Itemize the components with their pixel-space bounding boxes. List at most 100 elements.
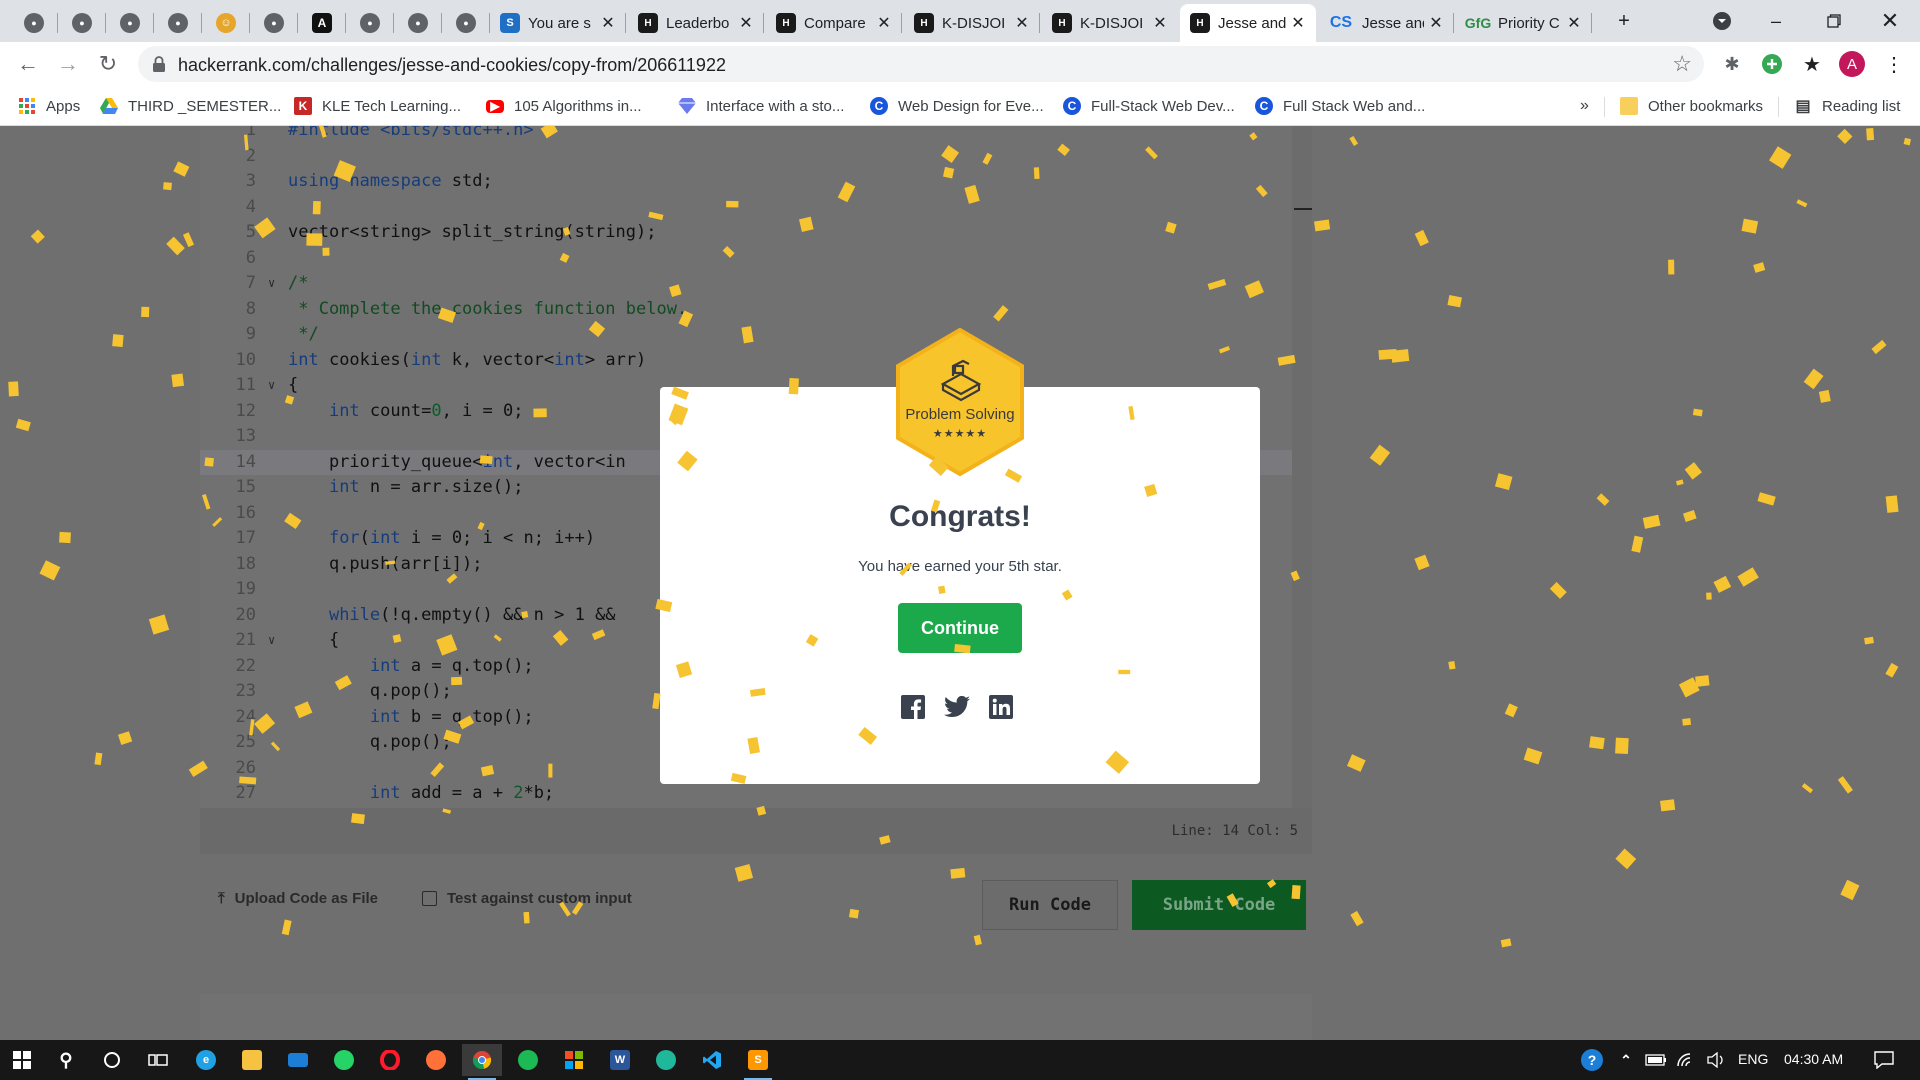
code-line[interactable]: 10 int cookies(int k, vector<int> arr) [200,348,1292,373]
edge-icon[interactable]: e [186,1044,226,1076]
code-line[interactable]: 3 using namespace std; [200,169,1292,194]
spotify-icon[interactable] [508,1044,548,1076]
checkbox-icon[interactable] [422,891,437,906]
sublime-text-icon[interactable]: S [738,1044,778,1080]
browser-tab[interactable]: GfG Priority C ✕ [1456,4,1592,42]
back-icon[interactable]: ← [12,48,44,80]
pinned-tab[interactable]: ● [346,4,394,42]
gitkraken-icon[interactable] [646,1044,686,1076]
browser-tab[interactable]: S You are s ✕ [490,4,626,42]
fold-chevron-icon[interactable]: ∨ [268,271,275,296]
add-extension-icon[interactable] [1758,50,1786,78]
bookmark-apps[interactable]: Apps [18,95,80,117]
pinned-tab[interactable]: ● [10,4,58,42]
code-line[interactable]: 1 #include <bits/stdc++.h> [200,126,1292,143]
clock[interactable]: 04:30 AM [1784,1051,1843,1067]
close-window-icon[interactable]: ✕ [1870,4,1910,38]
browser-tab[interactable]: H K-DISJOI ✕ [904,4,1040,42]
run-code-button[interactable]: Run Code [982,880,1118,930]
forward-icon[interactable]: → [52,48,84,80]
custom-input-checkbox[interactable]: Test against custom input [422,890,632,907]
browser-tab[interactable]: CS Jesse and ✕ [1318,4,1454,42]
browser-tab[interactable]: H K-DISJOI ✕ [1042,4,1178,42]
address-bar[interactable]: hackerrank.com/challenges/jesse-and-cook… [138,46,1704,82]
code-line[interactable]: 5 vector<string> split_string(string); [200,220,1292,245]
linkedin-icon[interactable] [988,694,1014,720]
store-icon[interactable] [554,1044,594,1076]
pinned-tab[interactable]: ● [442,4,490,42]
word-icon[interactable]: W [600,1044,640,1076]
pinned-tab[interactable]: ☺ [202,4,250,42]
volume-icon[interactable] [1696,1044,1736,1076]
code-line[interactable]: 6 [200,246,1292,271]
file-explorer-icon[interactable] [232,1044,272,1076]
reading-list[interactable]: ▤ Reading list [1794,95,1900,117]
tab-search-icon[interactable] [1702,4,1742,38]
menu-kebab-icon[interactable]: ⋮ [1880,50,1908,78]
vscode-icon[interactable] [692,1044,732,1076]
bookmark-web-design[interactable]: C Web Design for Eve... [870,95,1044,117]
code-line[interactable]: 8 * Complete the cookies function below. [200,297,1292,322]
bookmarks-overflow[interactable]: » [1580,95,1589,117]
code-line[interactable]: 4 [200,195,1292,220]
code-line[interactable]: 27 int add = a + 2*b; [200,781,1292,806]
mail-icon[interactable] [278,1044,318,1076]
code-line[interactable]: 9 */ [200,322,1292,347]
browser-tab[interactable]: H Jesse and ✕ [1180,4,1316,42]
reload-icon[interactable]: ↻ [92,48,124,80]
close-tab-icon[interactable]: ✕ [1566,13,1582,33]
language-indicator[interactable]: ENG [1738,1051,1768,1067]
other-bookmarks[interactable]: Other bookmarks [1620,95,1763,117]
continue-button[interactable]: Continue [898,603,1022,653]
pinned-tab[interactable]: ● [394,4,442,42]
browser-tab[interactable]: H Leaderbo ✕ [628,4,764,42]
fold-chevron-icon[interactable]: ∨ [268,373,275,398]
browser-tab[interactable]: H Compare ✕ [766,4,902,42]
windows-start-icon[interactable] [2,1044,42,1076]
bug-extension-icon[interactable]: ✱ [1718,50,1746,78]
task-view-icon[interactable] [138,1044,178,1076]
notifications-icon[interactable] [1864,1044,1904,1076]
close-tab-icon[interactable]: ✕ [600,13,616,33]
pinned-tab[interactable]: ● [250,4,298,42]
bookmark-full-stack-dev[interactable]: C Full-Stack Web Dev... [1063,95,1235,117]
close-tab-icon[interactable]: ✕ [1152,13,1168,33]
pinned-tab[interactable]: ● [106,4,154,42]
bookmark-full-stack-web[interactable]: C Full Stack Web and... [1255,95,1425,117]
minimize-icon[interactable]: – [1756,4,1796,38]
restore-icon[interactable] [1814,4,1854,38]
fold-chevron-icon[interactable]: ∨ [268,628,275,653]
code-line[interactable]: 2 [200,144,1292,169]
close-tab-icon[interactable]: ✕ [1014,13,1030,33]
new-tab-button[interactable]: + [1604,4,1644,38]
star-icon[interactable]: ☆ [1672,51,1692,77]
close-tab-icon[interactable]: ✕ [1290,13,1306,33]
search-icon[interactable]: ⚲ [46,1044,86,1076]
bookmark-105-algorithms[interactable]: ▶ 105 Algorithms in... [486,95,642,117]
facebook-icon[interactable] [900,694,926,720]
close-tab-icon[interactable]: ✕ [1428,13,1444,33]
pinned-tab[interactable]: ● [58,4,106,42]
line-number: 14 [235,451,256,472]
close-tab-icon[interactable]: ✕ [876,13,892,33]
extensions-puzzle-icon[interactable]: ★ [1798,50,1826,78]
hackerrank-favicon-icon: H [914,13,934,33]
editor-scrollbar[interactable] [1292,126,1312,808]
twitter-icon[interactable] [944,694,970,720]
code-line[interactable]: 7 ∨ /* [200,271,1292,296]
code-text: vector<string> split_string(string); [288,222,657,242]
bookmark-kle-tech[interactable]: K KLE Tech Learning... [294,95,461,117]
bookmark-interface-storage[interactable]: Interface with a sto... [678,95,844,117]
bookmark-third-semester[interactable]: THIRD _SEMESTER... [100,95,281,117]
upload-code-button[interactable]: ⤒ Upload Code as File [218,890,378,907]
whatsapp-icon[interactable] [324,1044,364,1076]
pinned-tab[interactable]: A [298,4,346,42]
chrome-icon[interactable] [462,1044,502,1080]
opera-icon[interactable] [370,1044,410,1076]
firefox-icon[interactable] [416,1044,456,1076]
submit-code-button[interactable]: Submit Code [1132,880,1306,930]
pinned-tab[interactable]: ● [154,4,202,42]
cortana-icon[interactable] [92,1044,132,1076]
profile-avatar[interactable]: A [1838,50,1866,78]
close-tab-icon[interactable]: ✕ [738,13,754,33]
